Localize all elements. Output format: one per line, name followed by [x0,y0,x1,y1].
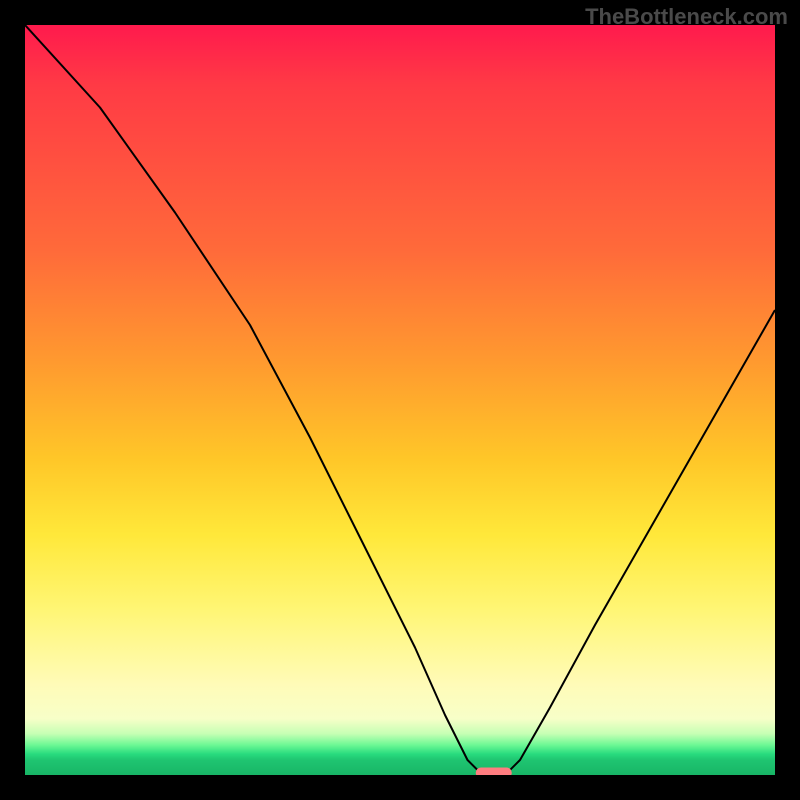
plot-area [25,25,775,775]
watermark-text: TheBottleneck.com [585,4,788,30]
curve-layer [25,25,775,775]
optimal-marker [476,768,512,776]
bottleneck-curve-path [25,25,775,775]
chart-container: TheBottleneck.com [0,0,800,800]
